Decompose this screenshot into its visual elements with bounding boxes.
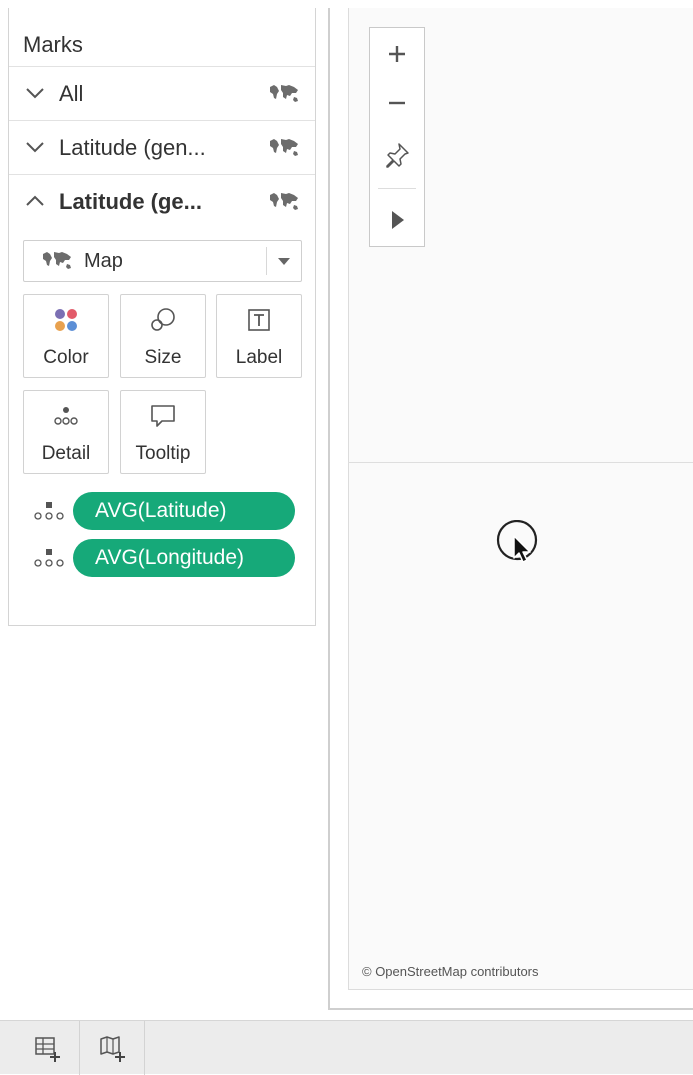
mouse-cursor-icon	[496, 520, 538, 563]
label-label: Label	[235, 347, 283, 368]
chevron-down-icon[interactable]	[25, 139, 45, 155]
avg-latitude-pill[interactable]: AVG(Latitude)	[73, 492, 295, 530]
detail-icon	[54, 407, 78, 425]
sheet-tab-bar	[0, 1020, 693, 1075]
pin-icon[interactable]	[370, 132, 424, 180]
marks-card-all[interactable]: All	[9, 66, 315, 120]
detail-icon	[34, 502, 64, 520]
color-button[interactable]: Color	[23, 294, 109, 378]
new-worksheet-button[interactable]	[16, 1021, 80, 1075]
map-icon	[43, 252, 71, 269]
color-icon	[55, 309, 77, 331]
chevron-up-icon[interactable]	[25, 193, 45, 209]
marks-title: Marks	[23, 32, 83, 57]
tooltip-button[interactable]: Tooltip	[120, 390, 206, 474]
marks-card-latitude-1[interactable]: Latitude (gen...	[9, 120, 315, 174]
map-icon	[270, 139, 298, 156]
zoom-out-icon[interactable]	[370, 78, 424, 126]
detail-icon	[34, 549, 64, 567]
marks-card-label: All	[59, 81, 84, 106]
marks-panel: Marks All Latitude (gen... Latitude (ge.…	[8, 8, 316, 626]
map-icon	[270, 193, 298, 210]
dropdown-divider	[266, 247, 267, 275]
label-icon	[248, 309, 270, 331]
size-button[interactable]: Size	[120, 294, 206, 378]
expand-arrow-icon[interactable]	[370, 194, 424, 242]
detail-label: Detail	[41, 443, 91, 464]
map-view: © OpenStreetMap contributors	[328, 8, 693, 1010]
map-pane-divider	[348, 462, 693, 463]
tooltip-icon	[151, 405, 175, 427]
marks-card-label: Latitude (gen...	[59, 135, 206, 160]
avg-longitude-pill[interactable]: AVG(Longitude)	[73, 539, 295, 577]
size-label: Size	[144, 347, 182, 368]
new-dashboard-button[interactable]	[81, 1021, 145, 1075]
dropdown-arrow-icon[interactable]	[278, 258, 290, 265]
map-toolbar	[369, 27, 425, 247]
map-credits[interactable]: © OpenStreetMap contributors	[362, 964, 539, 979]
mark-type-dropdown[interactable]: Map	[23, 240, 302, 282]
new-worksheet-icon	[35, 1037, 60, 1062]
detail-button[interactable]: Detail	[23, 390, 109, 474]
color-label: Color	[43, 347, 89, 368]
mark-type-value: Map	[84, 250, 123, 272]
tooltip-label: Tooltip	[135, 443, 191, 464]
size-icon	[151, 308, 175, 331]
label-button[interactable]: Label	[216, 294, 302, 378]
toolbar-separator	[378, 188, 416, 189]
chevron-down-icon[interactable]	[25, 85, 45, 101]
new-dashboard-icon	[100, 1036, 125, 1062]
marks-card-latitude-2[interactable]: Latitude (ge...	[9, 174, 315, 228]
marks-card-label: Latitude (ge...	[59, 189, 202, 214]
map-icon	[270, 85, 298, 102]
zoom-in-icon[interactable]	[370, 28, 424, 76]
